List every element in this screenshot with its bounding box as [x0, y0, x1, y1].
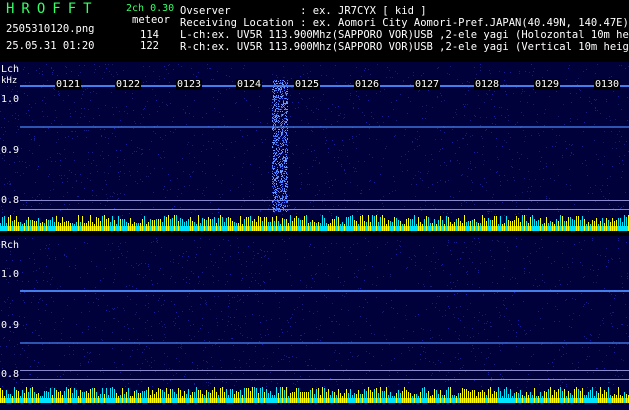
rch-count: 122	[140, 40, 159, 52]
time-mark-0122: 0122	[115, 79, 142, 90]
time-mark-0124: 0124	[236, 79, 263, 90]
meteor-label: meteor	[132, 14, 170, 26]
lch-ytick-0-9: 0.9	[1, 145, 20, 156]
reference-line	[20, 379, 629, 380]
carrier-line	[20, 342, 629, 344]
lch-spectrogram-panel: Lch kHz 1.0 0.9 0.8 0121 0122 0123 0124 …	[0, 62, 629, 232]
rch-spectrogram-panel: Rch 1.0 0.9 0.8	[0, 236, 629, 410]
time-mark-0125: 0125	[294, 79, 321, 90]
lch-ytick-1-0: 1.0	[1, 94, 20, 105]
observer-info: Ovserver : ex. JR7CYX [ kid ]	[180, 5, 427, 17]
carrier-line	[20, 126, 629, 128]
time-mark-0127: 0127	[414, 79, 441, 90]
reference-line	[20, 200, 629, 201]
time-mark-0123: 0123	[176, 79, 203, 90]
reference-line	[20, 209, 629, 210]
filename-label: 2505310120.png	[6, 23, 95, 35]
time-mark-0121: 0121	[55, 79, 82, 90]
lch-ytick-0-8: 0.8	[1, 195, 20, 206]
rch-ytick-1-0: 1.0	[1, 269, 20, 280]
reference-line	[20, 370, 629, 371]
rch-spectrogram	[0, 236, 629, 410]
datetime-label: 25.05.31 01:20	[6, 40, 95, 52]
app-logo: HROFFT	[6, 1, 99, 17]
time-mark-0129: 0129	[534, 79, 561, 90]
carrier-line	[20, 290, 629, 292]
lch-label: Lch	[1, 64, 20, 75]
mode-label: 2ch 0.30	[126, 3, 175, 14]
time-mark-0126: 0126	[354, 79, 381, 90]
location-info: Receiving Location : ex. Aomori City Aom…	[180, 17, 629, 29]
rch-label: Rch	[1, 240, 20, 251]
rch-info: R-ch:ex. UV5R 113.900Mhz(SAPPORO VOR)USB…	[180, 41, 629, 53]
lch-info: L-ch:ex. UV5R 113.900Mhz(SAPPORO VOR)USB…	[180, 29, 629, 41]
rch-ytick-0-9: 0.9	[1, 320, 20, 331]
khz-unit-label: kHz	[1, 76, 18, 86]
time-mark-0130: 0130	[594, 79, 621, 90]
rch-ytick-0-8: 0.8	[1, 369, 20, 380]
time-mark-0128: 0128	[474, 79, 501, 90]
spectrogram-background	[0, 236, 629, 410]
